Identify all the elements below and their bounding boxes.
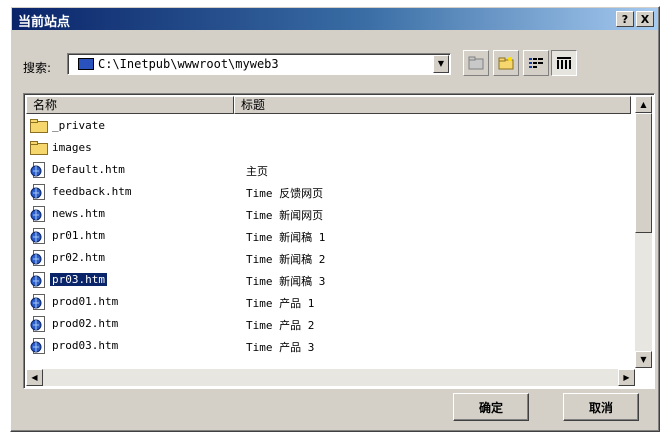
file-title: Time 新闻稿 1	[246, 231, 326, 244]
help-button[interactable]: ?	[616, 11, 634, 27]
ok-button[interactable]: 确定	[453, 393, 529, 421]
folder-icon	[30, 118, 48, 134]
file-name: pr01.htm	[52, 229, 105, 242]
cancel-button[interactable]: 取消	[563, 393, 639, 421]
file-title: Time 产品 3	[246, 341, 315, 354]
up-one-level-button[interactable]	[463, 50, 489, 76]
file-row[interactable]: images	[28, 138, 628, 159]
vertical-scrollbar[interactable]: ▲ ▼	[635, 96, 652, 368]
web-page-icon	[30, 250, 46, 266]
scroll-down-arrow-icon[interactable]: ▼	[635, 351, 652, 368]
title-bar[interactable]: 当前站点 ? X	[12, 8, 658, 30]
new-folder-button[interactable]	[493, 50, 519, 76]
file-title: Time 新闻网页	[246, 209, 324, 222]
file-row[interactable]: Default.htm 主页	[28, 160, 628, 181]
close-button[interactable]: X	[636, 11, 654, 27]
file-name: _private	[52, 119, 105, 132]
web-page-icon	[30, 206, 46, 222]
file-row[interactable]: news.htm Time 新闻网页	[28, 204, 628, 225]
web-page-icon	[30, 228, 46, 244]
web-page-icon	[30, 338, 46, 354]
file-row[interactable]: prod03.htm Time 产品 3	[28, 336, 628, 357]
look-in-path: C:\Inetpub\wwwroot\myweb3	[98, 57, 279, 71]
web-page-icon	[30, 162, 46, 178]
file-name: news.htm	[52, 207, 105, 220]
file-row[interactable]: prod01.htm Time 产品 1	[28, 292, 628, 313]
file-name: Default.htm	[52, 163, 125, 176]
file-title: Time 新闻稿 3	[246, 275, 326, 288]
file-title: Time 产品 1	[246, 297, 315, 310]
file-row[interactable]: pr01.htm Time 新闻稿 1	[28, 226, 628, 247]
horizontal-scrollbar[interactable]: ◀ ▶	[26, 369, 635, 386]
scroll-left-arrow-icon[interactable]: ◀	[26, 369, 43, 386]
web-page-icon	[30, 294, 46, 310]
file-name: pr02.htm	[52, 251, 105, 264]
look-in-label: 搜索:	[23, 61, 52, 75]
file-row[interactable]: _private	[28, 116, 628, 137]
look-in-combobox[interactable]: C:\Inetpub\wwwroot\myweb3 ▼	[67, 53, 451, 75]
file-row[interactable]: feedback.htm Time 反馈网页	[28, 182, 628, 203]
folder-icon	[30, 140, 48, 156]
file-name: pr03.htm	[50, 273, 107, 286]
file-name: feedback.htm	[52, 185, 132, 198]
file-row[interactable]: pr02.htm Time 新闻稿 2	[28, 248, 628, 269]
file-row[interactable]: prod02.htm Time 产品 2	[28, 314, 628, 335]
list-view-icon	[529, 58, 543, 68]
file-name: images	[52, 141, 92, 154]
file-title: Time 产品 2	[246, 319, 315, 332]
file-title: Time 反馈网页	[246, 187, 324, 200]
scroll-right-arrow-icon[interactable]: ▶	[618, 369, 635, 386]
column-header-title[interactable]: 标题	[234, 96, 631, 114]
scroll-up-arrow-icon[interactable]: ▲	[635, 96, 652, 113]
file-name: prod01.htm	[52, 295, 119, 308]
dialog-title: 当前站点	[18, 15, 71, 30]
file-row[interactable]: pr03.htm Time 新闻稿 3	[28, 270, 628, 291]
file-name: prod02.htm	[52, 317, 119, 330]
details-view-button[interactable]	[551, 50, 577, 76]
column-header-name[interactable]: 名称	[26, 96, 234, 114]
dialog-window: 当前站点 ? X 搜索: C:\Inetpub\wwwroot\myweb3 ▼	[10, 6, 660, 432]
web-folder-icon	[78, 58, 94, 70]
file-name: prod03.htm	[52, 339, 119, 352]
dropdown-arrow-icon[interactable]: ▼	[433, 55, 449, 73]
list-view-button[interactable]	[523, 50, 549, 76]
file-title: 主页	[246, 165, 268, 178]
details-view-icon	[557, 57, 571, 69]
scroll-thumb[interactable]	[635, 113, 652, 233]
web-page-icon	[30, 272, 46, 288]
new-folder-icon	[498, 57, 514, 70]
file-title: Time 新闻稿 2	[246, 253, 326, 266]
file-list[interactable]: 名称 标题 _privateimages Default.htm 主页 feedbac…	[23, 93, 655, 389]
up-folder-icon	[468, 56, 484, 70]
web-page-icon	[30, 184, 46, 200]
web-page-icon	[30, 316, 46, 332]
